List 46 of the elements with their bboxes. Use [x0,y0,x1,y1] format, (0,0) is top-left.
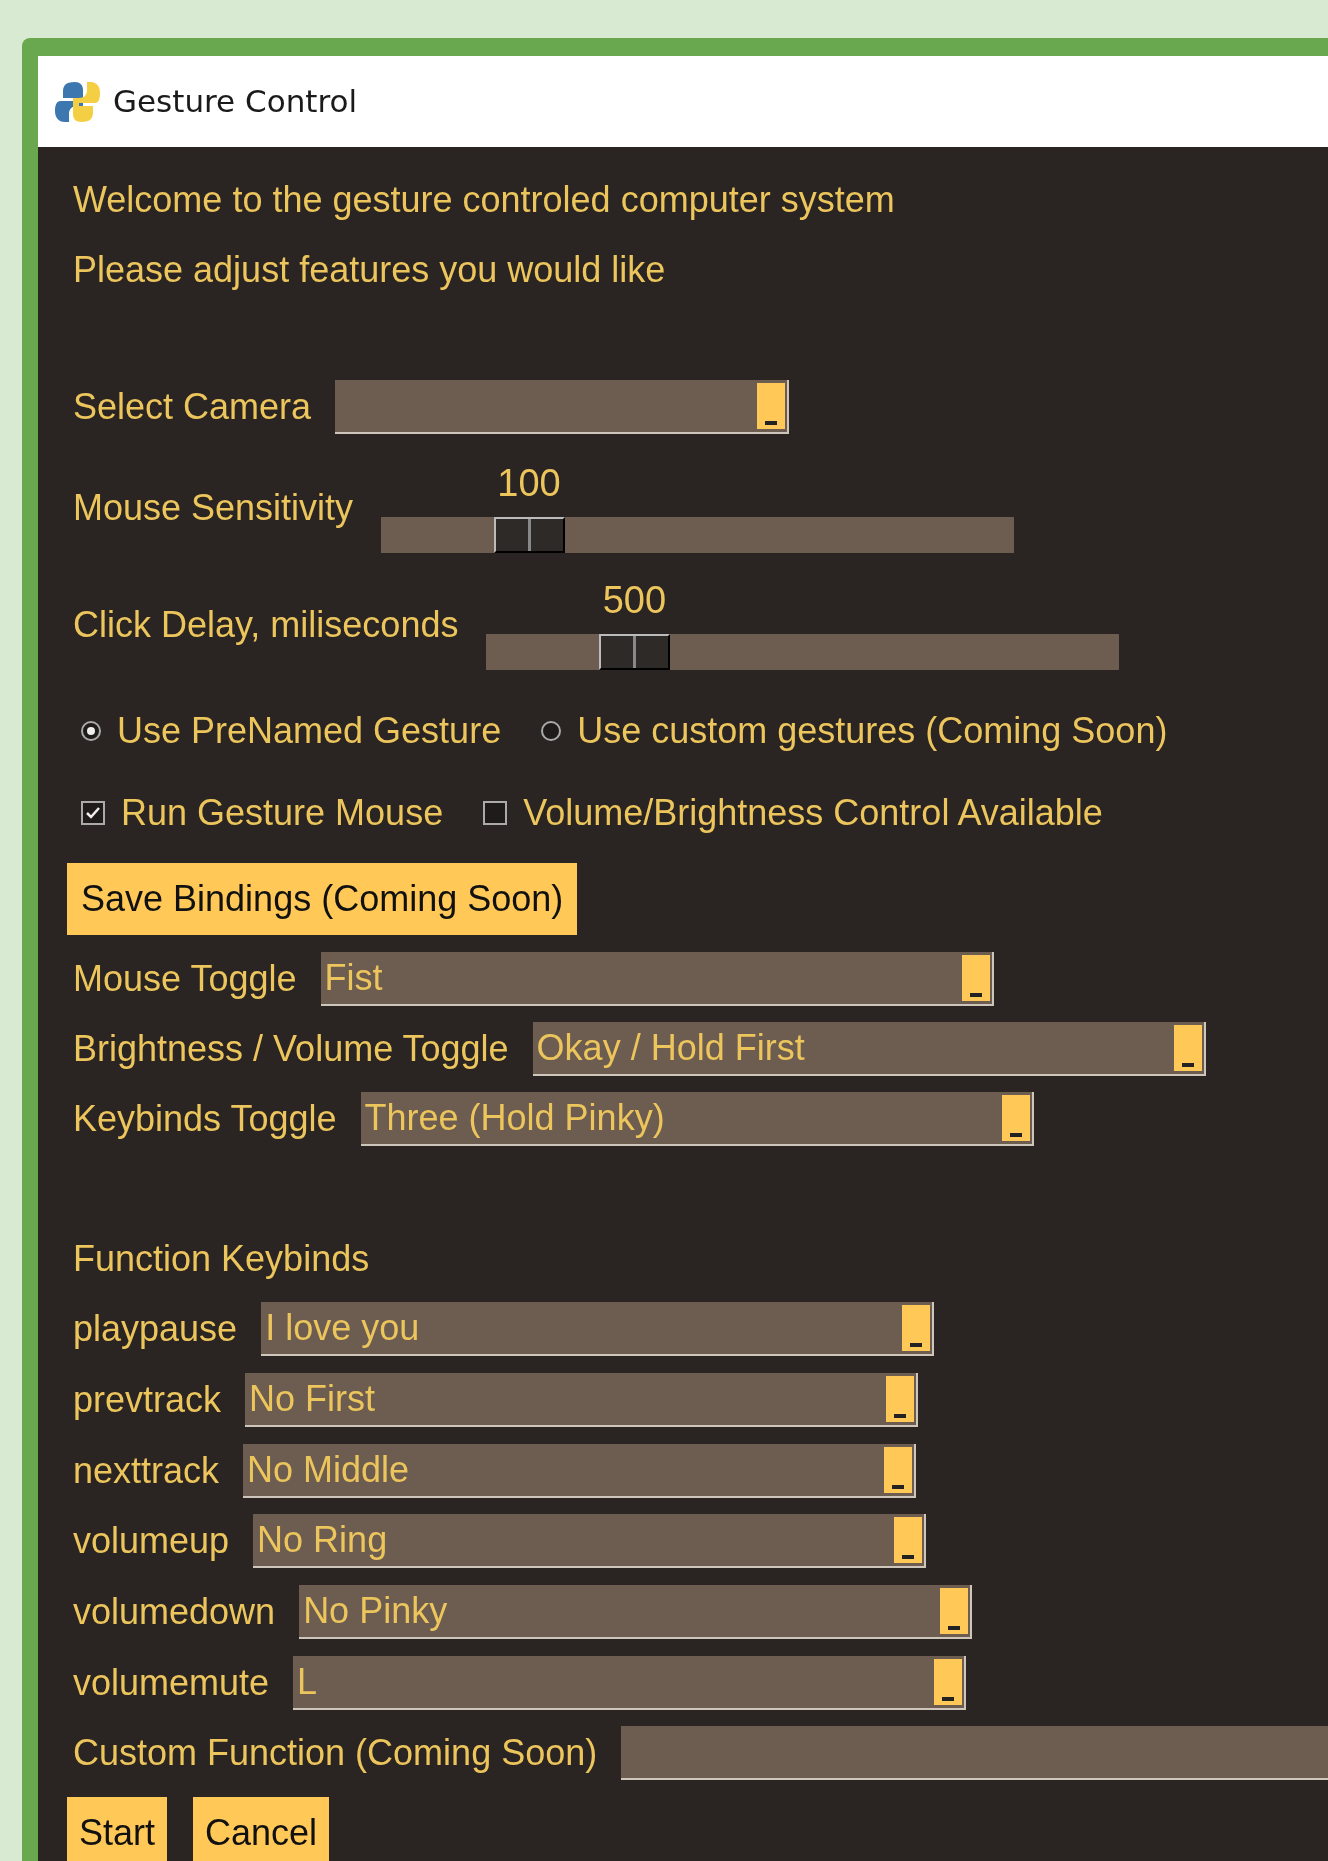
field-label: volumeup [73,1519,230,1564]
intro-text: Please adjust features you would like [73,248,666,292]
field-label: Mouse Toggle [73,957,297,1001]
dropdown-field[interactable]: No Ring [253,1514,927,1569]
dropdown-field[interactable] [335,380,790,434]
dropdown-field[interactable]: Fist [320,952,994,1006]
field-label: playpause [73,1307,238,1352]
dropdown-field[interactable]: No First [245,1373,919,1428]
dropdown-field[interactable]: Three (Hold Pinky) [360,1092,1034,1146]
field-label: nexttrack [73,1448,220,1493]
dropdown-field[interactable]: Okay / Hold First [532,1022,1206,1076]
radio-option[interactable]: Use PreNamed Gesture [81,704,502,758]
slider-label: Mouse Sensitivity [73,487,354,528]
dropdown-field[interactable]: No Pinky [299,1585,973,1640]
slider-track[interactable] [381,517,1015,553]
slider-label: Click Delay, miliseconds [73,604,459,645]
field-label: volumemute [73,1660,270,1705]
dropdown-field[interactable]: L [293,1655,967,1710]
dropdown-field[interactable]: I love you [261,1302,935,1357]
action-button[interactable]: Cancel [193,1797,330,1861]
text-field[interactable] [621,1726,1328,1781]
section-heading: Function Keybinds [73,1237,370,1281]
intro-text: Welcome to the gesture controled computer system [73,178,895,222]
slider-track[interactable] [486,634,1120,670]
checkbox-option[interactable]: Run Gesture Mouse [81,786,444,840]
check-icon [85,805,101,821]
field-label: prevtrack [73,1378,222,1423]
field-label: Keybinds Toggle [73,1097,337,1141]
checkbox-option[interactable]: Volume/Brightness Control Available [483,786,1103,840]
checkbox[interactable] [81,801,105,825]
save-bindings-button[interactable]: Save Bindings (Coming Soon) [67,863,578,935]
slider-thumb[interactable] [598,634,670,670]
slider-value: 500 [602,578,667,623]
field-label: Custom Function (Coming Soon) [73,1731,598,1776]
radio-option[interactable]: Use custom gestures (Coming Soon) [541,704,1168,758]
window-title: Gesture Control [113,82,358,122]
field-label: Select Camera [73,385,312,429]
radio-button[interactable] [541,721,562,741]
radio-button[interactable] [81,721,101,741]
slider-thumb[interactable] [493,517,565,553]
field-label: Brightness / Volume Toggle [73,1027,509,1071]
checkbox[interactable] [483,801,508,825]
slider-value: 100 [497,461,561,506]
dropdown-field[interactable]: No Middle [243,1443,917,1498]
action-button[interactable]: Start [67,1797,168,1861]
field-label: volumedown [73,1590,276,1635]
